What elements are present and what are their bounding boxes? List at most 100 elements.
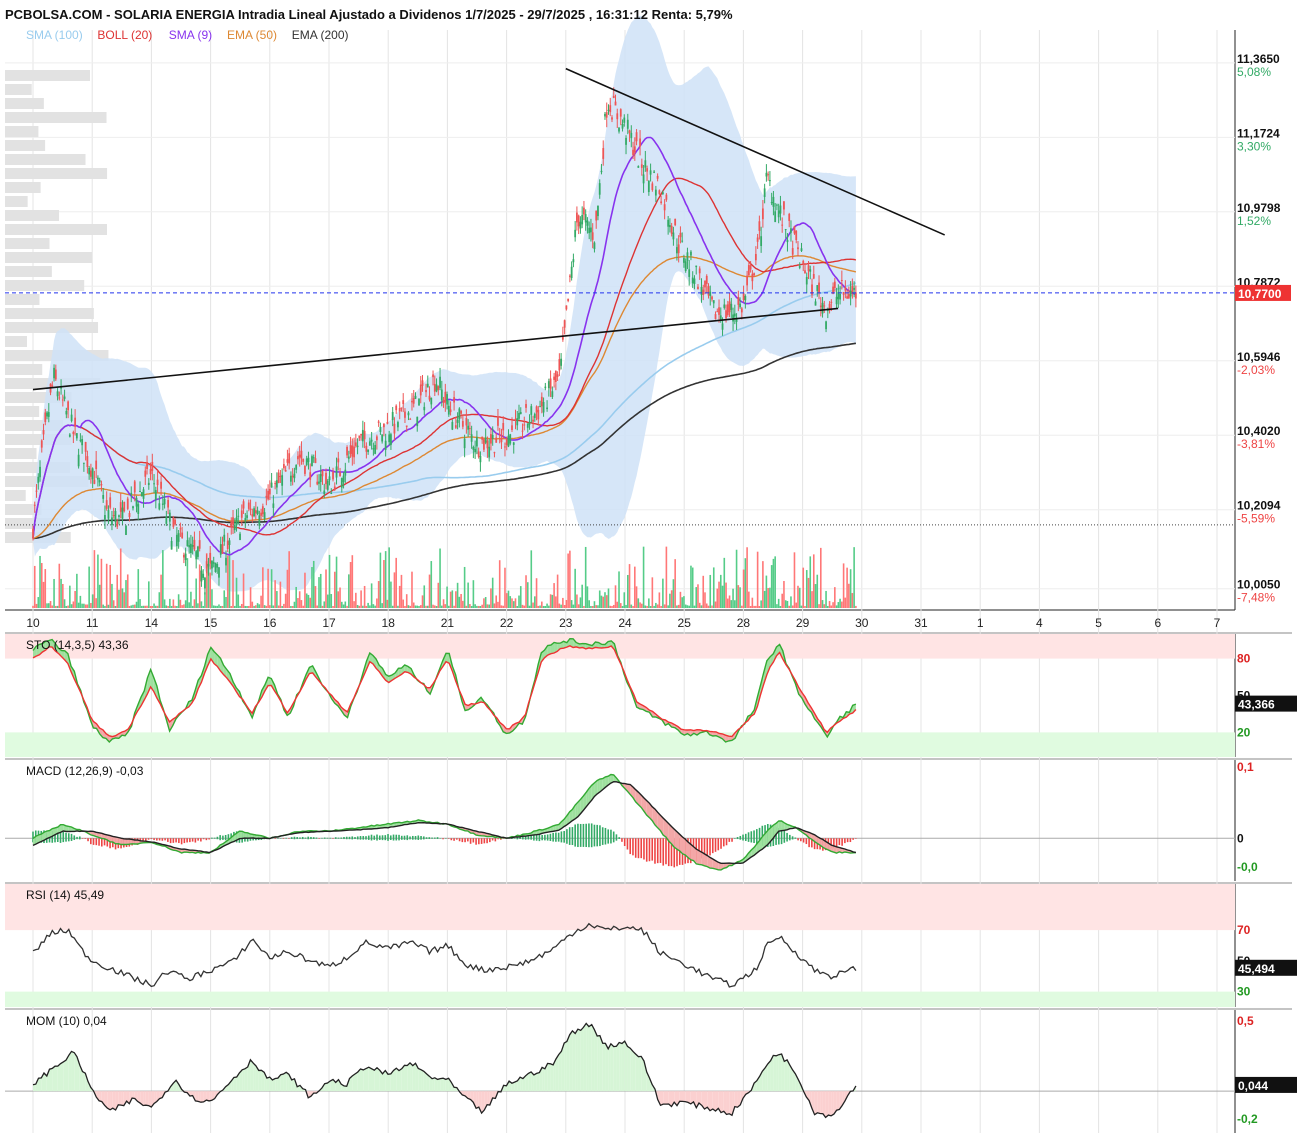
mom-fill [591, 1024, 595, 1092]
candle-body [265, 495, 268, 498]
volume-bar [705, 603, 708, 608]
volume-bar [348, 574, 350, 608]
volume-bar [55, 605, 57, 608]
volume-bar [40, 562, 43, 608]
mom-fill [533, 1073, 537, 1092]
candle-body [853, 288, 856, 290]
macd-histogram-bar [296, 837, 299, 840]
volume-bar [504, 567, 506, 608]
candle-body [423, 406, 426, 411]
volume-bar [655, 602, 657, 608]
macd-histogram-bar [656, 838, 659, 864]
candle-body [611, 117, 613, 120]
candle-body [847, 293, 850, 299]
indicator-last-label: 45,494 [1238, 962, 1275, 976]
candle-body [481, 436, 484, 440]
volume-profile-bar [5, 238, 50, 249]
mom-fill [558, 1051, 562, 1092]
volume-bar [755, 605, 757, 608]
mom-fill [547, 1063, 551, 1092]
candle-body [147, 482, 150, 486]
volume-bar [597, 605, 599, 608]
mom-fill [206, 1091, 210, 1101]
candle-body [570, 266, 573, 278]
macd-histogram-bar [791, 836, 794, 840]
macd-histogram-bar [467, 838, 469, 842]
candle-body [398, 408, 401, 412]
mom-fill [586, 1023, 589, 1092]
volume-bar [637, 598, 640, 608]
candle-body [814, 301, 817, 306]
volume-bar [376, 598, 378, 608]
volume-profile-bar [5, 280, 85, 291]
mom-fill [148, 1091, 152, 1107]
volume-bar [156, 605, 159, 608]
macd-fill [778, 820, 782, 832]
legend-item: SMA (100) [26, 28, 83, 42]
x-tick-label: 1 [977, 616, 984, 630]
mom-fill [443, 1078, 446, 1092]
candle-body [726, 304, 729, 316]
volume-bar [523, 605, 526, 608]
macd-histogram-bar [282, 838, 285, 839]
mom-fill [487, 1091, 490, 1106]
mom-fill [57, 1063, 61, 1092]
volume-bar [293, 601, 296, 608]
mom-fill [233, 1077, 237, 1092]
volume-bar [177, 594, 180, 608]
candle-body [272, 503, 275, 508]
candle-body [633, 146, 636, 153]
volume-bar [251, 601, 254, 608]
mom-fill [602, 1043, 606, 1092]
volume-bar [65, 605, 68, 608]
volume-bar [497, 601, 499, 608]
volume-bar [674, 559, 676, 608]
candle-body [195, 551, 198, 560]
candle-body [402, 400, 405, 405]
mom-fill [721, 1091, 724, 1113]
mom-fill [132, 1091, 135, 1099]
candle-body [567, 298, 570, 301]
macd-histogram-bar [786, 832, 788, 842]
candle-body [365, 445, 368, 452]
volume-bar [105, 563, 108, 608]
indicator-legend: SMA (100) BOLL (20) SMA (9) EMA (50) EMA (20… [26, 28, 349, 42]
macd-histogram-bar [637, 838, 640, 859]
price-tick-label: 11,1724 [1237, 126, 1280, 140]
volume-bar [663, 604, 666, 608]
candle-body [458, 408, 461, 420]
candle-body [35, 490, 38, 492]
macd-histogram-bar [211, 837, 213, 839]
volume-bar [267, 568, 269, 608]
mom-fill [145, 1091, 149, 1106]
volume-bar [677, 604, 680, 608]
candle-body [286, 459, 289, 463]
macd-histogram-bar [178, 838, 180, 844]
candle-body [846, 296, 849, 299]
candle-body [488, 446, 491, 458]
candle-body [816, 285, 819, 291]
mom-fill [572, 1030, 576, 1092]
volume-bar [388, 547, 390, 608]
volume-bar [823, 604, 826, 608]
candle-body [181, 532, 184, 538]
candle-body [767, 174, 770, 176]
candle-body [247, 502, 250, 509]
volume-bar [386, 599, 389, 608]
macd-histogram-bar [285, 837, 287, 839]
price-tick-label: 10,0050 [1237, 578, 1281, 592]
macd-histogram-bar [577, 823, 579, 848]
candle-body [326, 480, 329, 490]
macd-histogram-bar [527, 836, 530, 840]
candle-body [798, 266, 801, 268]
chart-canvas: 10 11 14 15 16 17 18 21 22 23 24 25 28 29 30 31 1 4 5 6 7 11… [5, 7, 1297, 1133]
mom-fill [610, 1043, 614, 1092]
mom-fill [363, 1068, 367, 1092]
volume-bar [377, 581, 380, 608]
macd-histogram-bar [442, 838, 444, 840]
volume-bar [98, 584, 101, 608]
candle-body [568, 275, 571, 277]
candle-body [647, 180, 650, 193]
volume-bar [372, 604, 375, 608]
candle-body [786, 239, 789, 243]
